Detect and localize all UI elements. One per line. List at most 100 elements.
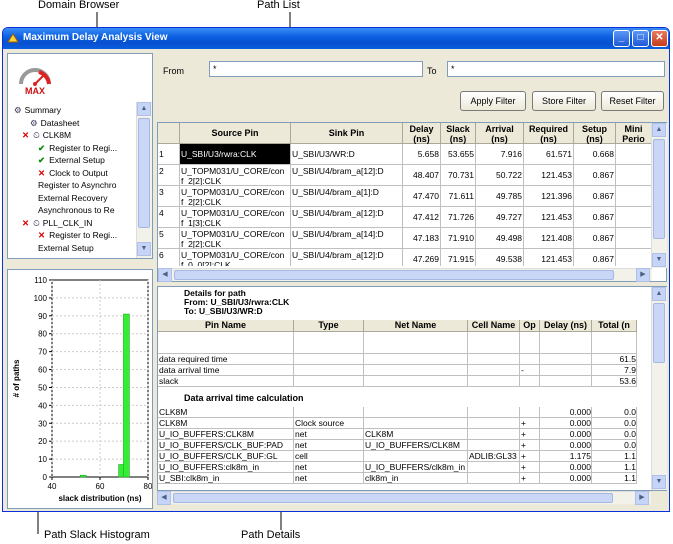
scroll-right-icon[interactable]: ▶ xyxy=(636,268,650,282)
table-cell[interactable]: U_SBI/U4/bram_a[12]:D xyxy=(291,165,403,186)
row-number[interactable]: 1 xyxy=(158,144,180,165)
scroll-down-icon[interactable]: ▼ xyxy=(652,475,666,489)
table-cell[interactable]: 48.407 xyxy=(403,165,441,186)
row-number[interactable]: 4 xyxy=(158,207,180,228)
path-list-vertical-scrollbar[interactable]: ▲ ▼ xyxy=(651,123,667,268)
table-cell[interactable]: U_SBI/U3/WR:D xyxy=(291,144,403,165)
table-cell[interactable]: 0.867 xyxy=(574,228,616,249)
table-cell[interactable]: 0.668 xyxy=(574,144,616,165)
tree-item[interactable]: ✔ Register to Regi... xyxy=(38,143,117,154)
scroll-thumb[interactable] xyxy=(138,118,150,228)
scroll-up-icon[interactable]: ▲ xyxy=(652,287,666,301)
table-cell[interactable]: U_SBI/U4/bram_a[14]:D xyxy=(291,228,403,249)
table-cell[interactable]: 47.412 xyxy=(403,207,441,228)
scroll-thumb[interactable] xyxy=(173,493,613,503)
table-cell[interactable]: 71.915 xyxy=(441,249,476,266)
table-cell[interactable]: 7.916 xyxy=(476,144,524,165)
column-header[interactable]: Delay (ns) xyxy=(540,320,592,332)
tree-item[interactable]: ✕ ⏲ CLK8M xyxy=(22,130,71,141)
column-header[interactable]: Required (ns) xyxy=(524,123,574,144)
table-cell[interactable] xyxy=(616,207,652,228)
column-header[interactable]: Setup (ns) xyxy=(574,123,616,144)
table-cell[interactable]: U_TOPM031/U_CORE/con f_2[2]:CLK xyxy=(180,228,291,249)
table-cell[interactable]: 47.269 xyxy=(403,249,441,266)
column-header[interactable]: Sink Pin xyxy=(291,123,403,144)
column-header[interactable]: Slack (ns) xyxy=(441,123,476,144)
table-cell[interactable] xyxy=(616,186,652,207)
from-input[interactable]: * xyxy=(209,61,423,77)
column-header[interactable]: Total (n xyxy=(592,320,637,332)
table-cell[interactable]: 121.453 xyxy=(524,249,574,266)
table-cell[interactable] xyxy=(616,165,652,186)
detail-row[interactable]: data arrival time - 7.9 xyxy=(158,365,652,376)
scroll-right-icon[interactable]: ▶ xyxy=(635,491,649,505)
table-cell[interactable]: 0.867 xyxy=(574,207,616,228)
tree-item[interactable]: Register to Asynchro xyxy=(38,180,116,191)
tree-item[interactable]: ⚙ Datasheet xyxy=(30,118,79,129)
table-cell[interactable]: 121.408 xyxy=(524,228,574,249)
apply-filter-button[interactable]: Apply Filter xyxy=(460,91,526,111)
row-number[interactable]: 5 xyxy=(158,228,180,249)
table-cell[interactable]: U_TOPM031/U_CORE/con f_1[3]:CLK xyxy=(180,207,291,228)
table-cell[interactable]: 71.726 xyxy=(441,207,476,228)
tree-item[interactable]: Asynchronous to Re xyxy=(38,205,115,216)
table-cell[interactable]: 49.538 xyxy=(476,249,524,266)
scroll-up-icon[interactable]: ▲ xyxy=(137,102,151,116)
table-cell[interactable]: 61.571 xyxy=(524,144,574,165)
scroll-down-icon[interactable]: ▼ xyxy=(652,253,666,267)
row-number[interactable]: 6 xyxy=(158,249,180,266)
detail-row[interactable]: U_IO_BUFFERS:CLK8M net CLK8M +0.000 0.0 xyxy=(158,429,652,440)
scroll-thumb[interactable] xyxy=(653,139,665,239)
row-number[interactable]: 2 xyxy=(158,165,180,186)
table-cell[interactable]: 49.785 xyxy=(476,186,524,207)
column-header[interactable]: Source Pin xyxy=(180,123,291,144)
table-cell[interactable] xyxy=(616,249,652,266)
row-number[interactable]: 3 xyxy=(158,186,180,207)
table-cell[interactable]: U_SBI/U4/bram_a[1]:D xyxy=(291,186,403,207)
table-cell[interactable]: 71.611 xyxy=(441,186,476,207)
tree-item[interactable]: ✔ External Setup xyxy=(38,155,105,166)
column-header[interactable]: Type xyxy=(294,320,364,332)
table-cell[interactable] xyxy=(616,144,652,165)
table-cell[interactable]: 0.867 xyxy=(574,165,616,186)
detail-row[interactable]: slack 53.6 xyxy=(158,376,652,387)
tree-item[interactable]: ✕ Clock to Output xyxy=(38,168,108,179)
tree-item[interactable]: ⚙ Summary xyxy=(14,105,61,116)
column-header[interactable]: Mini Perio xyxy=(616,123,652,144)
path-list-horizontal-scrollbar[interactable]: ◀ ▶ xyxy=(158,268,652,282)
scroll-down-icon[interactable]: ▼ xyxy=(137,242,151,256)
tree-item[interactable]: ✕ Register to Regi... xyxy=(38,230,117,241)
detail-row[interactable]: U_IO_BUFFERS/CLK_BUF:GL cell ADLIB:GL33 +1.… xyxy=(158,451,652,462)
table-cell[interactable]: U_SBI/U4/bram_a[12]:D xyxy=(291,207,403,228)
table-cell[interactable]: U_TOPM031/U_CORE/con f_2[2]:CLK xyxy=(180,165,291,186)
table-cell[interactable]: U_SBI/U4/bram_a[12]:D xyxy=(291,249,403,266)
table-cell[interactable]: 0.867 xyxy=(574,249,616,266)
table-cell[interactable]: U_SBI/U3/rwra:CLK xyxy=(180,144,291,165)
column-header[interactable]: Net Name xyxy=(364,320,468,332)
table-cell[interactable]: 49.498 xyxy=(476,228,524,249)
table-cell[interactable]: 47.183 xyxy=(403,228,441,249)
tree-item[interactable]: ✕ ⏲ PLL_CLK_IN xyxy=(22,218,92,229)
table-cell[interactable]: 121.453 xyxy=(524,207,574,228)
minimize-button[interactable]: _ xyxy=(613,30,630,47)
table-cell[interactable]: 49.727 xyxy=(476,207,524,228)
column-header[interactable]: Op xyxy=(520,320,540,332)
column-header[interactable] xyxy=(158,123,180,144)
scroll-left-icon[interactable]: ◀ xyxy=(157,491,171,505)
scroll-up-icon[interactable]: ▲ xyxy=(652,123,666,137)
to-input[interactable]: * xyxy=(447,61,665,77)
scroll-thumb[interactable] xyxy=(653,303,665,363)
table-cell[interactable]: 47.470 xyxy=(403,186,441,207)
table-cell[interactable]: 121.453 xyxy=(524,165,574,186)
detail-row[interactable]: U_SBI:clk8m_in net clk8m_in +0.000 1.1 xyxy=(158,473,652,484)
detail-row[interactable]: data required time 61.5 xyxy=(158,354,652,365)
column-header[interactable]: Pin Name xyxy=(158,320,294,332)
table-cell[interactable]: U_TOPM031/U_CORE/con f_0_0[2]:CLK xyxy=(180,249,291,266)
column-header[interactable]: Delay (ns) xyxy=(403,123,441,144)
table-cell[interactable]: 121.396 xyxy=(524,186,574,207)
table-cell[interactable]: 70.731 xyxy=(441,165,476,186)
reset-filter-button[interactable]: Reset Filter xyxy=(601,91,664,111)
detail-row[interactable]: U_IO_BUFFERS/CLK_BUF:PAD net U_IO_BUFFERS/… xyxy=(158,440,652,451)
tree-vertical-scrollbar[interactable]: ▲ ▼ xyxy=(136,102,152,258)
tree-item[interactable]: External Setup xyxy=(38,243,94,254)
